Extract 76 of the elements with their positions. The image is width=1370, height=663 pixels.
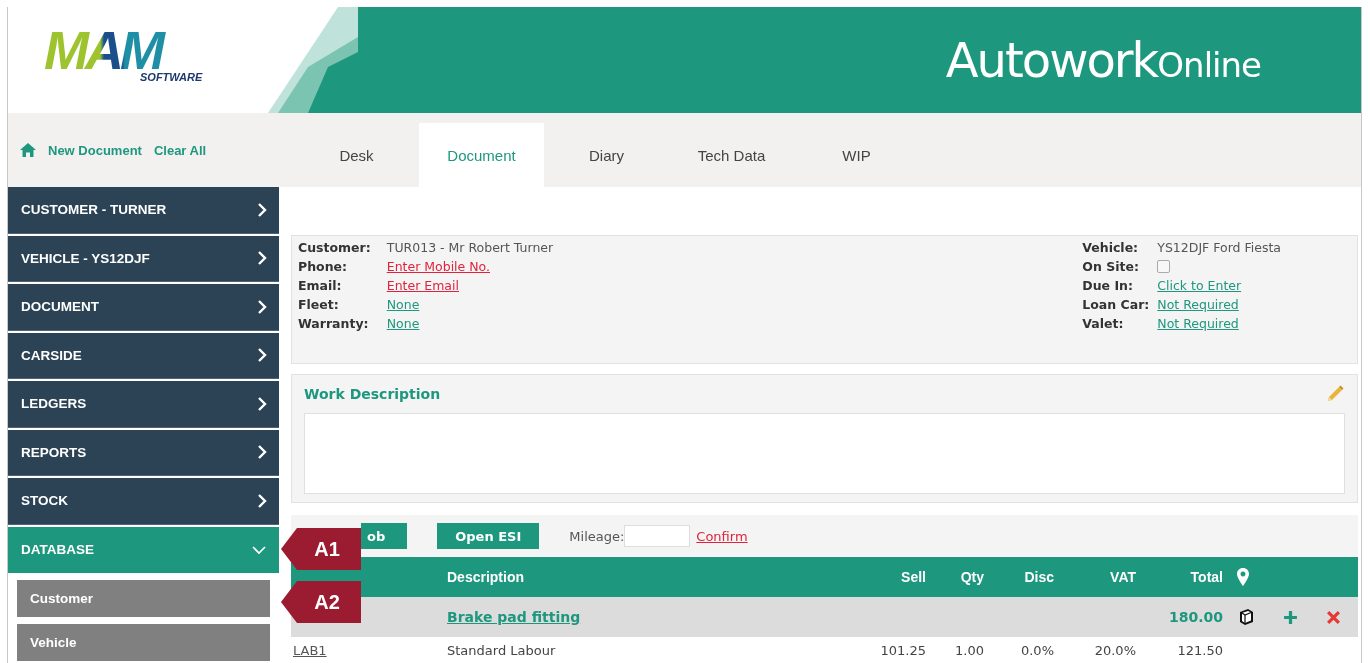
description-field[interactable]	[304, 413, 1345, 495]
field-label: Customer:	[298, 240, 371, 255]
chevron-right-icon	[257, 492, 267, 509]
sidebar-item[interactable]: DATABASE	[8, 526, 279, 573]
action-button[interactable]: Open ESI	[437, 523, 540, 550]
chevron-right-icon	[257, 347, 267, 364]
field-label: Valet:	[1082, 316, 1125, 331]
sidebar-subitem[interactable]: Vehicle	[17, 624, 270, 661]
field-link[interactable]: None	[386, 297, 554, 312]
app-title-suffix: Online	[1157, 45, 1261, 85]
sidebar-item[interactable]: CUSTOMER - TURNER	[8, 187, 279, 234]
field-label: Mileage:	[569, 528, 625, 544]
column-header: Description	[447, 569, 525, 585]
column-header: Total	[1189, 569, 1223, 585]
chevron-right-icon	[257, 298, 267, 315]
sidebar-item[interactable]: VEHICLE - YS12DJF	[8, 235, 279, 282]
table-cell-text: 20.0%	[1093, 642, 1136, 658]
nav-link[interactable]: New Document	[48, 142, 142, 158]
code-link[interactable]: LAB1	[291, 642, 447, 658]
nav-tab[interactable]: Diary	[544, 123, 669, 187]
field-link[interactable]: Not Required	[1157, 316, 1281, 331]
add-icon[interactable]	[1283, 609, 1298, 625]
field-link[interactable]: None	[386, 316, 554, 331]
field-label: Vehicle:	[1082, 240, 1140, 255]
home-icon[interactable]	[20, 143, 36, 157]
nav-tab[interactable]: Document	[419, 123, 544, 187]
confirm-link[interactable]: Confirm	[696, 528, 748, 544]
table-cell-text: Standard Labour	[447, 642, 557, 658]
sidebar-item[interactable]: CARSIDE	[8, 332, 279, 379]
column-header: Qty	[959, 569, 984, 585]
nav-tab[interactable]: Tech Data	[669, 123, 794, 187]
chevron-right-icon	[257, 250, 267, 267]
map-pin-icon	[1237, 568, 1249, 586]
nav-tab[interactable]: WIP	[794, 123, 919, 187]
callout-label: A2	[281, 581, 361, 623]
column-header: Disc	[1023, 569, 1054, 585]
table-cell-text: 101.25	[879, 642, 926, 658]
group-total: 180.00	[1167, 609, 1223, 625]
field-label: Due In:	[1082, 278, 1134, 293]
sidebar-item[interactable]: DOCUMENT	[8, 284, 279, 331]
sidebar-item[interactable]: LEDGERS	[8, 381, 279, 428]
field-link[interactable]: Not Required	[1157, 297, 1281, 312]
app-title: Autowork	[945, 32, 1158, 88]
field-label: Loan Car:	[1082, 297, 1150, 312]
sidebar-item[interactable]: STOCK	[8, 478, 279, 525]
chevron-down-icon	[251, 544, 267, 555]
field-link[interactable]: Click to Enter	[1157, 278, 1281, 293]
field-value: YS12DJF Ford Fiesta	[1157, 240, 1281, 255]
column-header: Sell	[900, 569, 926, 585]
checkbox[interactable]	[1157, 260, 1171, 273]
column-header: VAT	[1109, 569, 1136, 585]
table-cell-text: 0.0%	[1019, 642, 1054, 658]
sidebar-subitem[interactable]: Customer	[17, 580, 270, 617]
field-label: On Site:	[1082, 259, 1140, 274]
table-cell-text: 1.00	[954, 642, 984, 658]
nav-tab[interactable]: Desk	[294, 123, 419, 187]
callout-label: A1	[281, 528, 361, 570]
field-link[interactable]: Enter Email	[386, 278, 554, 293]
action-button[interactable]: ob	[361, 523, 408, 550]
nav-link[interactable]: Clear All	[153, 142, 207, 158]
field-label: Phone:	[298, 259, 349, 274]
delete-icon[interactable]	[1326, 609, 1341, 625]
group-link[interactable]: Brake pad fitting	[447, 609, 581, 625]
table-cell-text: 121.50	[1176, 642, 1223, 658]
field-value: TUR013 - Mr Robert Turner	[386, 240, 554, 255]
chevron-right-icon	[257, 201, 267, 218]
panel-title: Work Description	[304, 386, 441, 403]
field-label: Email:	[298, 278, 343, 293]
chevron-right-icon	[257, 395, 267, 412]
sidebar-item[interactable]: REPORTS	[8, 429, 279, 476]
mileage-field[interactable]	[624, 525, 691, 548]
field-link[interactable]: Enter Mobile No.	[386, 259, 554, 274]
field-label: Fleet:	[298, 297, 340, 312]
field-label: Warranty:	[298, 316, 370, 331]
chevron-right-icon	[257, 444, 267, 461]
box-icon[interactable]	[1237, 608, 1255, 626]
